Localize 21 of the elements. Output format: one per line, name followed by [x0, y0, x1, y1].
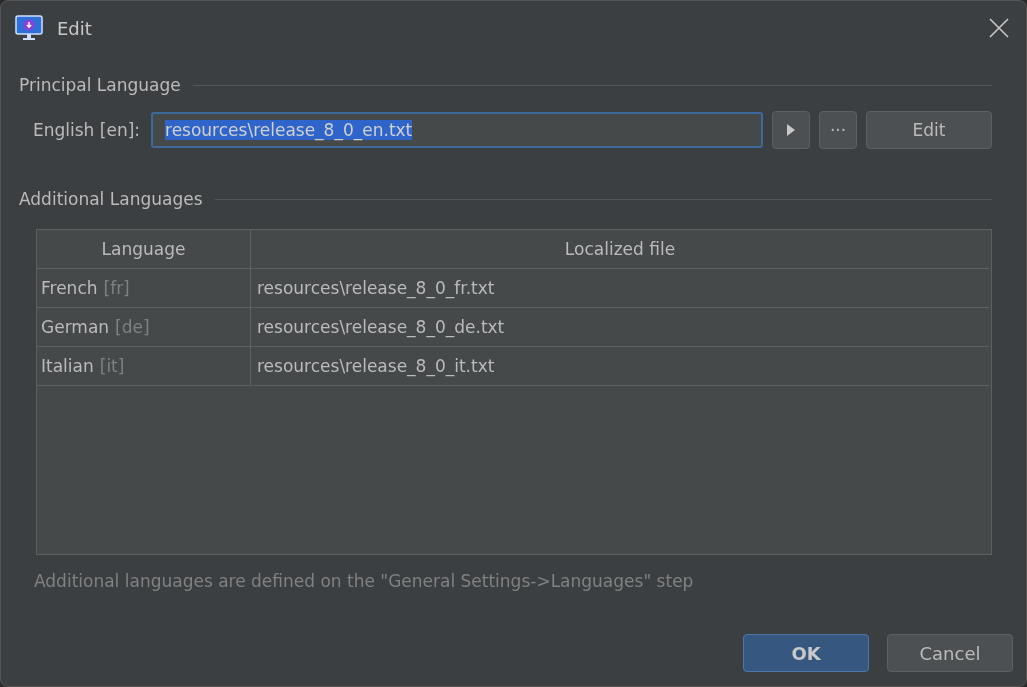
column-header: Language: [37, 230, 251, 268]
browse-button[interactable]: ···: [819, 111, 857, 149]
section-heading: Principal Language: [19, 75, 181, 95]
play-button[interactable]: [772, 111, 810, 149]
field-label: English [en]:: [33, 120, 140, 140]
cancel-button[interactable]: Cancel: [887, 634, 1013, 672]
window-title: Edit: [57, 17, 93, 39]
table-cell-text: resources\release_8_0_fr.txt: [256, 277, 496, 301]
section-heading: Additional Languages: [19, 189, 203, 209]
column-header: Localized file: [563, 238, 677, 261]
monitor-download-icon: [15, 15, 43, 41]
hint-text: Additional languages are defined on the "General Settings->Languages" step: [34, 571, 695, 591]
path-field[interactable]: resources\release_8_0_en.txt: [151, 112, 763, 148]
table-cell: German [de]: [37, 308, 251, 346]
play-icon: [787, 124, 795, 136]
table-cell: Italian [it]: [37, 347, 251, 385]
table-cell-text: resources\release_8_0_it.txt: [256, 355, 496, 379]
table-cell-text: resources\release_8_0_de.txt: [256, 316, 506, 340]
table-cell: French [fr]: [37, 269, 251, 307]
edit-button[interactable]: Edit: [866, 111, 992, 149]
ok-button[interactable]: OK: [743, 634, 869, 672]
